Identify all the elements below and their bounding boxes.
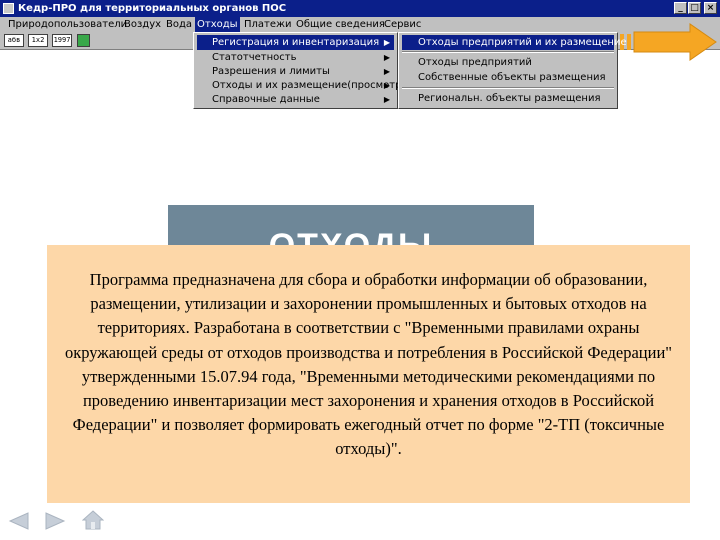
close-button[interactable]: × <box>704 2 717 14</box>
submenu-item-regional-sites[interactable]: Региональн. объекты размещения <box>402 91 614 106</box>
maximize-button[interactable]: □ <box>688 2 701 14</box>
submenu-item-waste-and-placement[interactable]: Отходы предприятий и их размещение <box>402 35 627 50</box>
menu-item-statotchetnost[interactable]: Статотчетность ▶ <box>197 50 394 65</box>
submenu-item-own-sites[interactable]: Собственные объекты размещения <box>402 70 614 85</box>
arrow-right-icon[interactable] <box>618 22 718 64</box>
submenu-separator <box>402 51 614 53</box>
nav-back-icon[interactable] <box>8 512 30 530</box>
menu-item-reference[interactable]: Справочные данные ▶ <box>197 92 394 107</box>
app-icon[interactable] <box>3 3 14 14</box>
minimize-button[interactable]: _ <box>674 2 687 14</box>
menu-obshchie-svedeniya[interactable]: Общие сведения <box>296 17 385 32</box>
menu-bar: Природопользователи Воздух Вода Отходы П… <box>0 17 720 32</box>
otkhody-dropdown: Регистрация и инвентаризация ▶ Статотчетн… <box>193 32 405 109</box>
menu-prirodopolzovateli[interactable]: Природопользователи <box>8 17 127 32</box>
menu-platezhi[interactable]: Платежи <box>244 17 292 32</box>
submenu-item-enterprise-waste[interactable]: Отходы предприятий <box>402 55 614 70</box>
info-box: Программа предназначена для сбора и обра… <box>47 245 690 503</box>
menu-voda[interactable]: Вода <box>166 17 192 32</box>
title-bar: Кедр-ПРО для территориальных органов ПОС… <box>0 0 720 17</box>
toolbar-abv-button[interactable]: абв <box>4 34 24 47</box>
toolbar-year-button[interactable]: 1997 <box>52 34 72 47</box>
toolbar-green-button[interactable] <box>77 34 90 47</box>
menu-item-registration[interactable]: Регистрация и инвентаризация ▶ <box>197 35 394 50</box>
window-title: Кедр-ПРО для территориальных органов ПОС <box>18 3 287 14</box>
nav-home-icon[interactable] <box>82 510 104 530</box>
info-text: Программа предназначена для сбора и обра… <box>64 270 673 459</box>
menu-item-permits[interactable]: Разрешения и лимиты ▶ <box>197 64 394 79</box>
menu-servis[interactable]: Сервис <box>384 17 421 32</box>
submenu-separator <box>402 87 614 89</box>
menu-item-waste-view[interactable]: Отходы и их размещение(просмотр) ▶ <box>197 78 405 93</box>
toolbar-1x2-button[interactable]: 1x2 <box>28 34 48 47</box>
menu-otkhody[interactable]: Отходы <box>195 17 240 32</box>
nav-forward-icon[interactable] <box>44 512 66 530</box>
registration-submenu: Отходы предприятий и их размещение Отход… <box>398 32 627 109</box>
menu-vozdukh[interactable]: Воздух <box>124 17 161 32</box>
